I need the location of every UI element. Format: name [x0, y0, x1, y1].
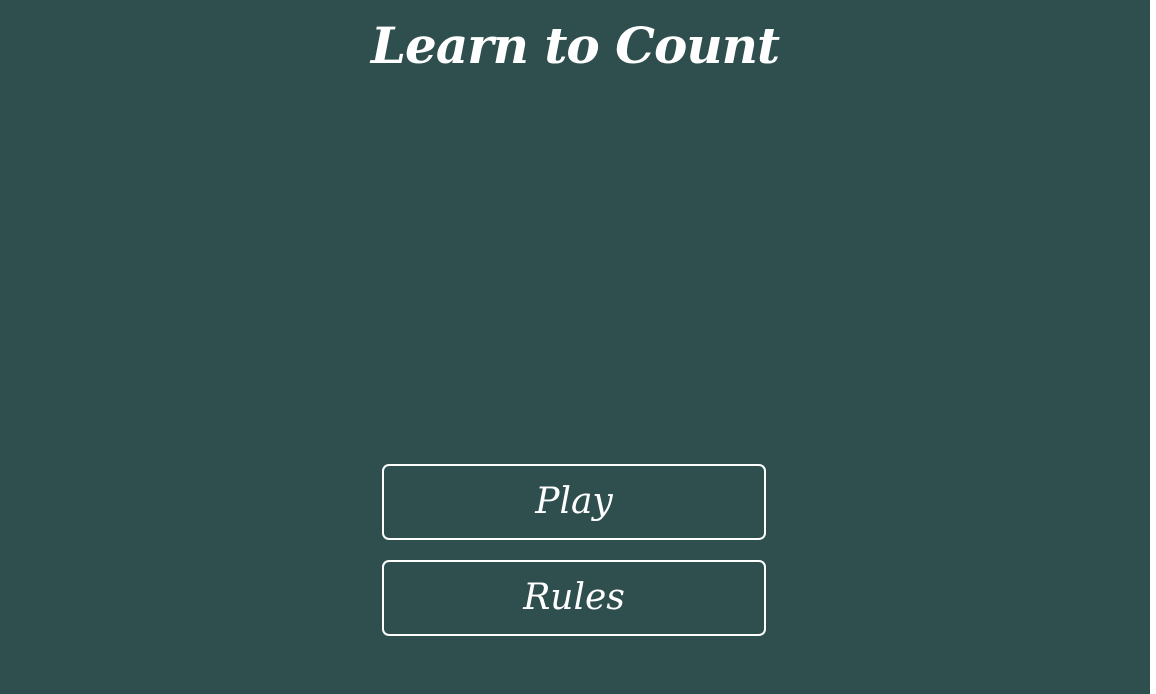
- window-edge: [1150, 0, 1156, 694]
- game-title: Learn to Count: [370, 16, 780, 75]
- play-button[interactable]: Play: [382, 464, 766, 540]
- rules-button[interactable]: Rules: [382, 560, 766, 636]
- game-screen: Learn to Count Play Rules: [0, 0, 1150, 694]
